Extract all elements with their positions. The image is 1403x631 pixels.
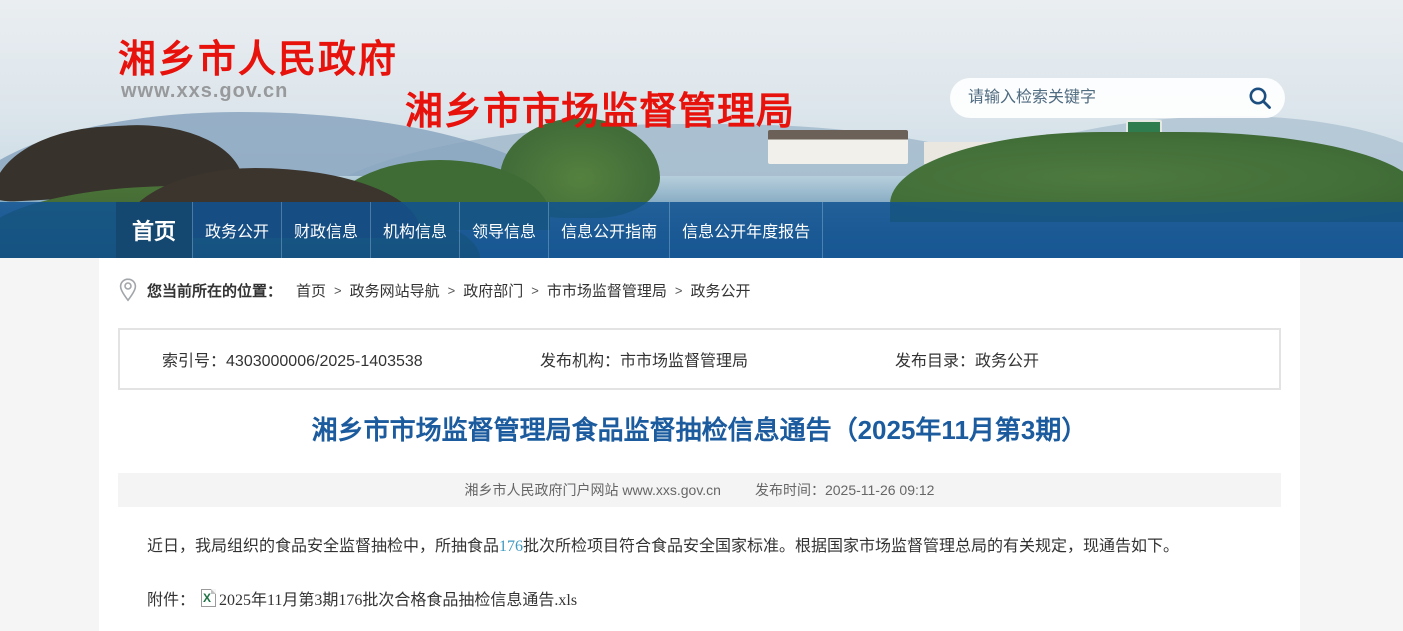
breadcrumb-item-gov-info[interactable]: 政务公开 — [690, 280, 750, 301]
search-box[interactable] — [950, 78, 1285, 118]
publish-source: 湘乡市人民政府门户网站 www.xxs.gov.cn — [465, 480, 721, 500]
department-title: 湘乡市市场监督管理局 — [405, 80, 795, 135]
attachment-label: 附件： — [147, 586, 195, 610]
breadcrumb-item-bureau[interactable]: 市市场监督管理局 — [547, 280, 667, 301]
scenery-houses — [768, 130, 908, 164]
breadcrumb-item-home[interactable]: 首页 — [296, 280, 326, 301]
meta-agency-value: 市市场监督管理局 — [620, 353, 748, 370]
search-icon — [1247, 85, 1273, 111]
batch-count-highlight: 176 — [499, 538, 523, 555]
main-navigation: 首页 政务公开 财政信息 机构信息 领导信息 信息公开指南 信息公开年度报告 — [0, 202, 1403, 258]
breadcrumb-separator: > — [531, 283, 539, 298]
location-pin-icon — [119, 278, 137, 302]
meta-index-number: 索引号：4303000006/2025-1403538 — [120, 347, 540, 371]
content-container: 您当前所在的位置： 首页 > 政务网站导航 > 政府部门 > 市市场监督管理局 … — [99, 258, 1300, 631]
site-logo-url: www.xxs.gov.cn — [121, 80, 288, 103]
breadcrumb: 您当前所在的位置： 首页 > 政务网站导航 > 政府部门 > 市市场监督管理局 … — [99, 258, 1300, 302]
nav-item-caizhengxinxi[interactable]: 财政信息 — [281, 202, 370, 258]
article-title: 湘乡市市场监督管理局食品监督抽检信息通告（2025年11月第3期） — [99, 414, 1300, 446]
breadcrumb-separator: > — [675, 283, 683, 298]
publish-time: 发布时间：2025-11-26 09:12 — [755, 480, 935, 500]
article-body-paragraph: 近日，我局组织的食品安全监督抽检中，所抽食品176批次所检项目符合食品安全国家标… — [147, 534, 1252, 560]
meta-index-label: 索引号： — [162, 353, 226, 370]
breadcrumb-item-site-nav[interactable]: 政务网站导航 — [350, 280, 440, 301]
meta-agency-label: 发布机构： — [540, 353, 620, 370]
meta-index-value: 4303000006/2025-1403538 — [226, 353, 423, 370]
site-logo-title: 湘乡市人民政府 — [118, 28, 398, 83]
nav-item-lingdaoxinxi[interactable]: 领导信息 — [459, 202, 548, 258]
publish-info-bar: 湘乡市人民政府门户网站 www.xxs.gov.cn 发布时间：2025-11-… — [118, 473, 1281, 507]
document-meta-box: 索引号：4303000006/2025-1403538 发布机构：市市场监督管理… — [118, 328, 1281, 390]
search-input[interactable] — [950, 78, 1235, 118]
breadcrumb-separator: > — [334, 283, 342, 298]
attachment-row: 附件： 2025年11月第3期176批次合格食品抽检信息通告.xls — [147, 586, 1252, 610]
nav-item-niandubaogao[interactable]: 信息公开年度报告 — [669, 202, 823, 258]
breadcrumb-separator: > — [448, 283, 456, 298]
attachment-link[interactable]: 2025年11月第3期176批次合格食品抽检信息通告.xls — [219, 586, 577, 610]
breadcrumb-label: 您当前所在的位置： — [147, 280, 282, 301]
meta-publish-agency: 发布机构：市市场监督管理局 — [540, 347, 895, 371]
meta-catalog-label: 发布目录： — [895, 353, 975, 370]
excel-file-icon — [201, 589, 216, 607]
nav-item-xinxigongkai-zhinan[interactable]: 信息公开指南 — [548, 202, 669, 258]
nav-item-home[interactable]: 首页 — [116, 202, 192, 258]
header-banner: 湘乡市人民政府 www.xxs.gov.cn 湘乡市市场监督管理局 首页 政务公… — [0, 0, 1403, 258]
meta-publish-catalog: 发布目录：政务公开 — [895, 347, 1279, 371]
search-button[interactable] — [1235, 78, 1285, 118]
breadcrumb-item-departments[interactable]: 政府部门 — [463, 280, 523, 301]
nav-item-jigouxinxi[interactable]: 机构信息 — [370, 202, 459, 258]
nav-item-zhengwugongkai[interactable]: 政务公开 — [192, 202, 281, 258]
meta-catalog-value: 政务公开 — [975, 353, 1039, 370]
